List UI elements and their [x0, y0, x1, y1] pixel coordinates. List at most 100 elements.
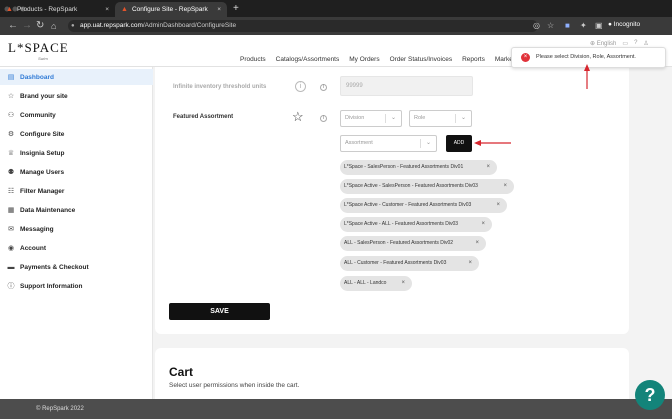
- sidebar-item-account[interactable]: ◉ Account: [0, 240, 153, 256]
- star-outline-icon[interactable]: ☆: [292, 110, 304, 123]
- chip-label: L*Space - SalesPerson - Featured Assortm…: [344, 164, 464, 170]
- sidebar-item-manage-users[interactable]: ⚉ Manage Users: [0, 164, 153, 180]
- side-panel-icon[interactable]: ▣: [595, 21, 603, 30]
- role-placeholder: Role: [414, 115, 426, 121]
- sidebar-item-payments[interactable]: ▬ Payments & Checkout: [0, 259, 153, 275]
- assortment-chip: ALL - SalesPerson - Featured Assortments…: [340, 236, 486, 251]
- close-tab-icon[interactable]: ×: [105, 6, 109, 13]
- nav-catalogs[interactable]: Catalogs/Assortments: [276, 56, 340, 63]
- account-icon: ◉: [7, 245, 15, 252]
- repspark-favicon-icon: ▲: [121, 6, 128, 13]
- user-manage-icon: ⚉: [7, 169, 15, 176]
- url-field[interactable]: ● app.uat.repspark.com/AdminDashboard/Con…: [68, 20, 538, 32]
- sidebar-item-community[interactable]: ⚇ Community: [0, 107, 153, 123]
- incognito-indicator[interactable]: ● Incognito: [608, 21, 640, 28]
- info-tooltip-icon[interactable]: i: [295, 81, 306, 92]
- remove-chip-icon[interactable]: ×: [503, 179, 507, 194]
- help-button[interactable]: ?: [635, 380, 665, 410]
- lock-icon: ●: [71, 23, 75, 29]
- sidebar-item-label: Support Information: [20, 282, 83, 290]
- sidebar-item-label: Data Maintenance: [20, 206, 76, 214]
- remove-chip-icon[interactable]: ×: [486, 160, 490, 175]
- remove-chip-icon[interactable]: ×: [401, 276, 405, 291]
- nav-order-status[interactable]: Order Status/Invoices: [390, 56, 453, 63]
- add-assortment-button[interactable]: ADD: [446, 135, 472, 152]
- info-small-icon[interactable]: i: [320, 115, 327, 122]
- chip-label: ALL - ALL - Landco: [344, 280, 387, 286]
- assortment-select[interactable]: Assortment ⌄: [340, 135, 437, 152]
- sidebar-item-dashboard[interactable]: ▤ Dashboard: [0, 69, 153, 85]
- sidebar-item-insignia[interactable]: ♕ Insignia Setup: [0, 145, 153, 161]
- threshold-input[interactable]: 99999: [340, 76, 473, 96]
- remove-chip-icon[interactable]: ×: [481, 217, 485, 232]
- assortment-chip: ALL - Customer - Featured Assortments Di…: [340, 256, 479, 271]
- chip-label: ALL - Customer - Featured Assortments Di…: [344, 260, 447, 266]
- tab-title: Configure Site - RepSpark: [131, 6, 208, 13]
- assortment-chip: L*Space Active - SalesPerson - Featured …: [340, 179, 514, 194]
- extensions-puzzle-icon[interactable]: ✦: [580, 21, 587, 30]
- save-button[interactable]: SAVE: [169, 303, 270, 320]
- sidebar-item-label: Community: [20, 111, 56, 119]
- card-icon: ▬: [7, 263, 15, 271]
- threshold-label: Infinite inventory threshold units: [173, 84, 267, 90]
- assortment-chip: ALL - ALL - Landco ×: [340, 276, 412, 291]
- sidebar-item-configure-site[interactable]: ⚙ Configure Site: [0, 126, 153, 142]
- brand-logo-sub: Swim: [38, 56, 48, 61]
- new-tab-icon[interactable]: +: [233, 3, 239, 14]
- division-select[interactable]: Division ⌄: [340, 110, 402, 127]
- nav-products[interactable]: Products: [240, 56, 266, 63]
- browser-tab-configure-site[interactable]: ▲ Configure Site - RepSpark ×: [115, 2, 227, 17]
- browser-address-bar: ← → ↻ ⌂ ● app.uat.repspark.com/AdminDashb…: [0, 17, 672, 35]
- chevron-down-icon: ⌄: [426, 140, 432, 146]
- eye-off-icon[interactable]: ◎: [533, 21, 540, 30]
- user-icon[interactable]: ♙: [643, 40, 648, 47]
- footer: © RepSpark 2022: [0, 399, 672, 419]
- language-selector[interactable]: ⊕ English: [590, 40, 616, 47]
- copyright-text: © RepSpark 2022: [36, 406, 84, 412]
- toast-message: Please select Division, Role, Assortment…: [536, 54, 636, 60]
- select-separator: [420, 139, 421, 148]
- sidebar-item-label: Manage Users: [20, 168, 65, 176]
- back-icon[interactable]: ←: [8, 20, 18, 32]
- document-icon[interactable]: ▭: [622, 40, 628, 47]
- remove-chip-icon[interactable]: ×: [496, 198, 500, 213]
- featured-assortment-label: Featured Assortment: [173, 114, 234, 120]
- close-tab-icon[interactable]: ×: [217, 6, 221, 13]
- remove-chip-icon[interactable]: ×: [468, 256, 472, 271]
- home-icon[interactable]: ⌂: [51, 20, 56, 32]
- help-circle-icon[interactable]: ?: [634, 40, 637, 47]
- chevron-down-icon: ⌄: [461, 115, 467, 121]
- chip-label: L*Space Active - Customer - Featured Ass…: [344, 202, 472, 208]
- repspark-favicon-icon: ▲: [6, 6, 13, 13]
- error-icon: ×: [521, 53, 530, 62]
- brand-logo[interactable]: L*SPACE: [8, 40, 69, 56]
- chip-label: ALL - SalesPerson - Featured Assortments…: [344, 240, 454, 246]
- role-select[interactable]: Role ⌄: [409, 110, 472, 127]
- bookmark-star-icon[interactable]: ☆: [547, 21, 554, 30]
- incognito-label: Incognito: [613, 21, 641, 28]
- remove-chip-icon[interactable]: ×: [475, 236, 479, 251]
- sidebar-item-messaging[interactable]: ✉ Messaging: [0, 221, 153, 237]
- header-utilities: ⊕ English ▭ ? ♙: [590, 40, 649, 47]
- reload-icon[interactable]: ↻: [36, 20, 44, 32]
- sidebar: ▤ Dashboard ☆ Brand your site ⚇ Community ⚙…: [0, 67, 153, 399]
- url-host: app.uat.repspark.com: [80, 22, 143, 29]
- sidebar-item-label: Brand your site: [20, 92, 68, 100]
- sidebar-item-data-maintenance[interactable]: ▦ Data Maintenance: [0, 202, 153, 218]
- top-nav: Products Catalogs/Assortments My Orders …: [240, 56, 513, 63]
- sidebar-item-label: Configure Site: [20, 130, 65, 138]
- nav-reports[interactable]: Reports: [462, 56, 485, 63]
- mail-icon: ✉: [8, 226, 14, 233]
- url-path: /AdminDashboard/ConfigureSite: [142, 22, 237, 29]
- info-small-icon[interactable]: i: [320, 84, 327, 91]
- browser-tab-bar: ▲ Products - RepSpark × ▲ Configure Site…: [0, 0, 672, 17]
- extension-badge-icon[interactable]: ■: [565, 21, 570, 30]
- sidebar-item-brand[interactable]: ☆ Brand your site: [0, 88, 153, 104]
- sidebar-item-support[interactable]: ⓘ Support Information: [0, 278, 153, 294]
- sidebar-item-label: Payments & Checkout: [20, 263, 89, 271]
- forward-icon[interactable]: →: [22, 20, 32, 32]
- sidebar-item-filter-manager[interactable]: ☷ Filter Manager: [0, 183, 153, 199]
- nav-my-orders[interactable]: My Orders: [349, 56, 379, 63]
- browser-tab-products[interactable]: ▲ Products - RepSpark ×: [0, 2, 115, 17]
- assortment-placeholder: Assortment: [345, 140, 373, 146]
